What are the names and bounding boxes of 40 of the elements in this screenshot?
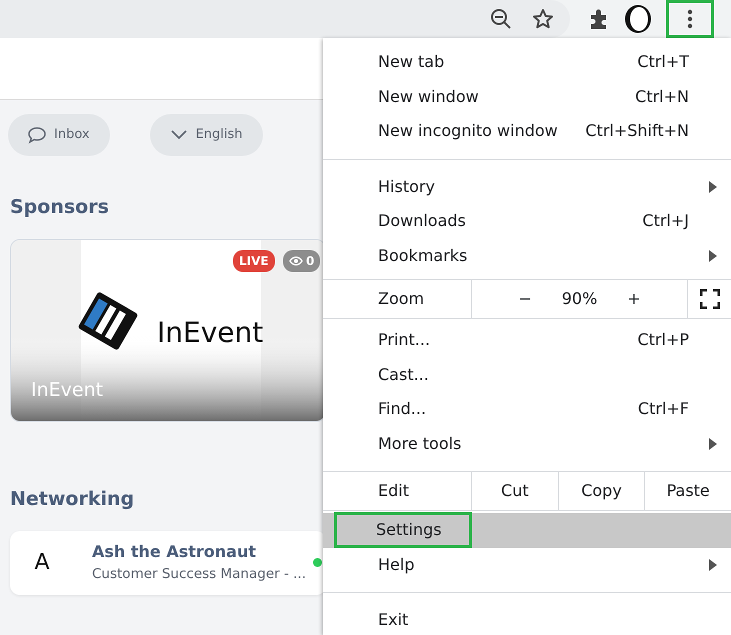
pill-button[interactable]: English bbox=[150, 114, 263, 156]
menu-item[interactable]: New incognito window Ctrl+Shift+N bbox=[323, 114, 731, 148]
edit-label: Edit bbox=[377, 480, 410, 502]
menu-item[interactable]: New tab Ctrl+T bbox=[323, 45, 731, 80]
avatar-icon[interactable] bbox=[624, 4, 652, 34]
zoom-in-button[interactable]: + bbox=[627, 287, 641, 311]
menu-item[interactable]: Cast... bbox=[323, 358, 731, 392]
zoom-label: Zoom bbox=[377, 288, 426, 310]
eye-icon bbox=[289, 256, 303, 266]
menu-item[interactable]: Find... Ctrl+F bbox=[323, 392, 731, 426]
person-name: Ash the Astronaut bbox=[92, 541, 257, 564]
sponsor-card[interactable]: InEvent InEvent LIVE 0 bbox=[10, 238, 326, 422]
person-role: Customer Success Manager - ... bbox=[92, 565, 306, 584]
menu-icon bbox=[687, 9, 693, 29]
pill-button[interactable]: Inbox bbox=[8, 114, 110, 156]
edit-action-button[interactable]: Copy bbox=[558, 472, 644, 510]
sponsor-name: InEvent bbox=[31, 378, 104, 403]
menu-item[interactable]: Exit bbox=[323, 603, 731, 635]
menu-item[interactable]: Help bbox=[323, 548, 731, 582]
zoom-level: 90% bbox=[562, 288, 598, 310]
menu-item[interactable]: More tools bbox=[323, 426, 731, 461]
menu-item[interactable]: History bbox=[323, 170, 731, 204]
edit-action-button[interactable]: Paste bbox=[644, 472, 731, 510]
section-heading: Sponsors bbox=[10, 196, 109, 219]
chat-icon bbox=[28, 126, 46, 144]
menu-item[interactable]: Bookmarks bbox=[323, 238, 731, 273]
person-card[interactable]: A Ash the Astronaut Customer Success Manager - ... bbox=[10, 530, 326, 595]
menu-item[interactable]: Print... Ctrl+P bbox=[323, 323, 731, 358]
bookmark-star-icon[interactable] bbox=[532, 8, 554, 30]
avatar-initial: A bbox=[33, 549, 51, 578]
section-heading: Networking bbox=[10, 488, 134, 511]
fullscreen-icon bbox=[700, 289, 720, 309]
menu-item[interactable]: Downloads Ctrl+J bbox=[323, 204, 731, 238]
menu-item[interactable]: New window Ctrl+N bbox=[323, 80, 731, 114]
edit-action-button[interactable]: Cut bbox=[471, 472, 558, 510]
zoom-out-button[interactable]: − bbox=[518, 287, 532, 311]
zoom-out-icon[interactable] bbox=[490, 8, 512, 30]
menu-item[interactable]: Settings bbox=[323, 513, 731, 548]
menu-button[interactable] bbox=[666, 0, 714, 38]
logo-text: InEvent bbox=[157, 314, 264, 351]
